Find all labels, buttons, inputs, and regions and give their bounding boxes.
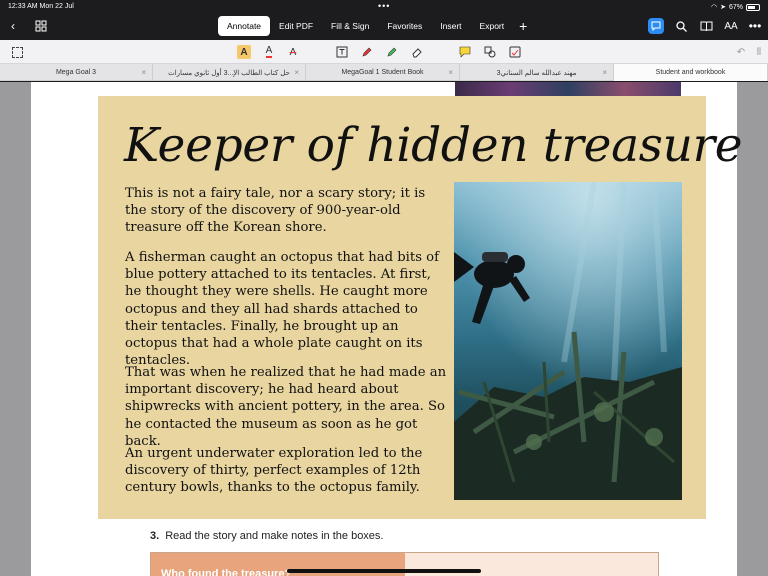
tab-annotate[interactable]: Annotate xyxy=(218,16,271,36)
tab-insert[interactable]: Insert xyxy=(431,16,470,36)
close-tab-icon[interactable]: × xyxy=(602,68,607,77)
article-paragraph: That was when he realized that he had ma… xyxy=(125,365,447,449)
notes-box-heading: Who found the treasure? xyxy=(161,568,292,576)
annotation-toolbar: A A A ↶ ⦀ xyxy=(0,40,768,64)
highlight-text-icon[interactable]: A xyxy=(237,45,251,59)
search-icon[interactable] xyxy=(672,18,690,34)
file-tab-active[interactable]: Student and workbook xyxy=(614,64,768,81)
strikethrough-text-icon[interactable]: A xyxy=(286,45,300,59)
exercise-instruction: 3. Read the story and make notes in the b… xyxy=(150,530,384,542)
eraser-icon[interactable] xyxy=(410,45,424,59)
book-icon[interactable] xyxy=(697,18,715,34)
tab-fill-sign[interactable]: Fill & Sign xyxy=(322,16,378,36)
more-options-icon[interactable]: ••• xyxy=(746,18,764,34)
article-panel: Keeper of hidden treasure This is not a … xyxy=(98,96,743,519)
tab-export[interactable]: Export xyxy=(471,16,514,36)
comment-panel-button[interactable] xyxy=(648,18,664,34)
tab-favorites[interactable]: Favorites xyxy=(378,16,431,36)
shapes-icon[interactable] xyxy=(483,45,497,59)
document-tabs: Mega Goal 3 × حل كتاب الطالب الإ...3 أول … xyxy=(0,64,768,81)
multitask-dots-icon[interactable]: ••• xyxy=(378,1,390,11)
back-icon[interactable]: ‹ xyxy=(4,18,22,34)
highlighter-green-icon[interactable] xyxy=(385,45,399,59)
add-tab-icon[interactable]: + xyxy=(519,16,527,36)
status-bar: 12:33 AM Mon 22 Jul ••• ◠ ➤ 67% xyxy=(0,0,768,14)
document-viewport[interactable]: Keeper of hidden treasure This is not a … xyxy=(0,82,768,576)
close-tab-icon[interactable]: × xyxy=(448,68,453,77)
note-comment-icon[interactable] xyxy=(458,45,472,59)
pen-red-icon[interactable] xyxy=(360,45,374,59)
previous-image-fragment xyxy=(455,82,681,96)
file-tab[interactable]: حل كتاب الطالب الإ...3 أول ثانوي مسارات × xyxy=(153,64,306,81)
pdf-page: Keeper of hidden treasure This is not a … xyxy=(31,82,743,576)
home-indicator[interactable] xyxy=(287,569,481,573)
wifi-icon: ◠ xyxy=(711,4,718,11)
mode-tabs: Annotate Edit PDF Fill & Sign Favorites … xyxy=(218,16,527,36)
article-paragraph: This is not a fairy tale, nor a scary st… xyxy=(125,186,426,236)
underline-text-icon[interactable]: A xyxy=(262,45,276,59)
status-right: ◠ ➤ 67% xyxy=(711,3,760,11)
file-tab[interactable]: Mega Goal 3 × xyxy=(0,64,153,81)
article-paragraph: An urgent underwater exploration led to … xyxy=(125,446,423,496)
battery-icon xyxy=(746,3,760,11)
file-tab[interactable]: مهند عبدالله سالم السناني3 × xyxy=(460,64,614,81)
select-tool-icon[interactable] xyxy=(10,45,24,59)
diver-shipwreck-photo xyxy=(454,182,682,500)
article-paragraph: A fisherman caught an octopus that had b… xyxy=(125,250,439,369)
close-tab-icon[interactable]: × xyxy=(294,68,299,77)
toolbar-collapse-icon[interactable]: ⦀ xyxy=(752,45,766,59)
article-title: Keeper of hidden treasure xyxy=(124,118,743,173)
undo-icon[interactable]: ↶ xyxy=(734,45,748,59)
app-window: 12:33 AM Mon 22 Jul ••• ◠ ➤ 67% ‹ Annota… xyxy=(0,0,768,576)
tab-edit-pdf[interactable]: Edit PDF xyxy=(270,16,322,36)
file-tab[interactable]: MegaGoal 1 Student Book × xyxy=(306,64,460,81)
exercise-number: 3. xyxy=(150,530,160,542)
grid-view-icon[interactable] xyxy=(32,18,50,34)
location-icon: ➤ xyxy=(720,4,726,11)
status-time: 12:33 AM Mon 22 Jul xyxy=(8,3,74,10)
close-tab-icon[interactable]: × xyxy=(141,68,146,77)
text-box-icon[interactable] xyxy=(335,45,349,59)
text-size-icon[interactable]: AA xyxy=(722,18,740,34)
battery-percent: 67% xyxy=(728,3,743,11)
stamp-icon[interactable] xyxy=(508,45,522,59)
